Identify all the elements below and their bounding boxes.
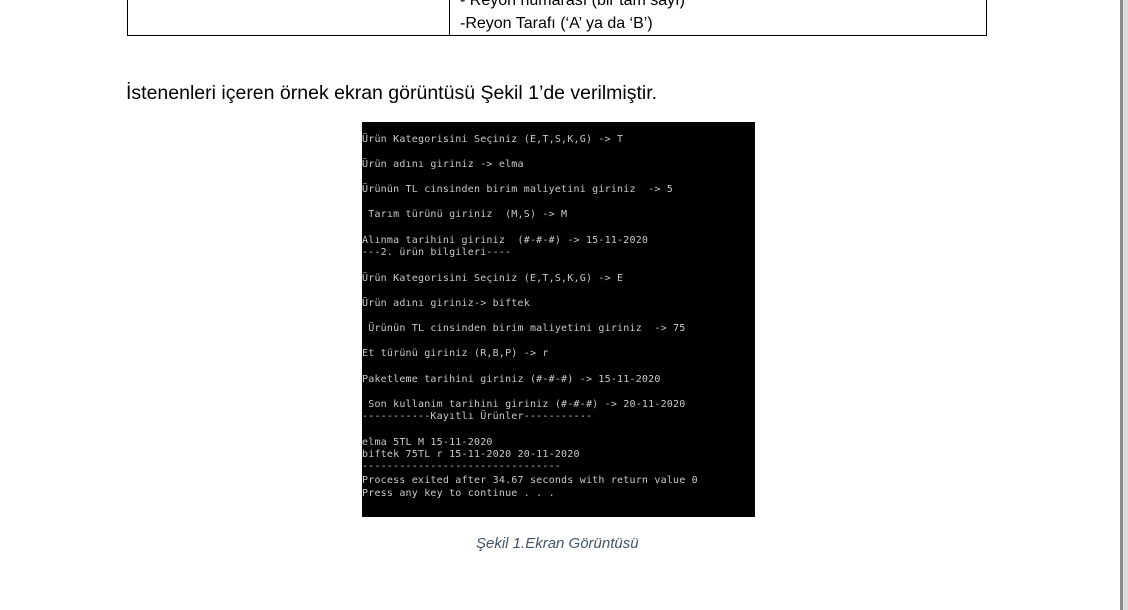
console-line: -----------Kayıtlı Ürünler----------- xyxy=(362,411,593,422)
table-column-divider xyxy=(449,0,450,35)
console-line: Process exited after 34.67 seconds with … xyxy=(362,475,698,486)
console-line: ---2. ürün bilgileri---- xyxy=(362,247,512,258)
console-line: Ürün Kategorisini Seçiniz (E,T,S,K,G) ->… xyxy=(362,134,624,145)
console-screenshot: Ürün Kategorisini Seçiniz (E,T,S,K,G) ->… xyxy=(362,122,755,517)
body-paragraph: İstenenleri içeren örnek ekran görüntüsü… xyxy=(126,82,658,104)
console-line: biftek 75TL r 15-11-2020 20-11-2020 xyxy=(362,449,580,460)
window-scroll-edge[interactable] xyxy=(1120,0,1128,610)
console-line: -------------------------------- xyxy=(362,461,562,472)
requirements-table: - Reyon numarası (bir tam sayı) -Reyon T… xyxy=(127,0,987,36)
table-cell-line: -Reyon Tarafı (‘A’ ya da ‘B’) xyxy=(460,15,653,32)
console-line: Tarım türünü giriniz (M,S) -> M xyxy=(362,209,568,220)
console-line: Ürün adını giriniz-> biftek xyxy=(362,298,530,309)
console-line: Ürün Kategorisini Seçiniz (E,T,S,K,G) ->… xyxy=(362,273,624,284)
console-line: elma 5TL M 15-11-2020 xyxy=(362,437,493,448)
console-line: Et türünü giriniz (R,B,P) -> r xyxy=(362,348,549,359)
console-line: Ürünün TL cinsinden birim maliyetini gir… xyxy=(362,323,686,334)
console-line: Press any key to continue . . . xyxy=(362,488,555,499)
console-line: Ürünün TL cinsinden birim maliyetini gir… xyxy=(362,184,674,195)
console-line: Ürün adını giriniz -> elma xyxy=(362,159,524,170)
table-cell-line: - Reyon numarası (bir tam sayı) xyxy=(460,0,685,9)
console-line: Son kullanim tarihini giriniz (#-#-#) ->… xyxy=(362,399,686,410)
console-line: Paketleme tarihini giriniz (#-#-#) -> 15… xyxy=(362,374,661,385)
console-line: Alınma tarihini giriniz (#-#-#) -> 15-11… xyxy=(362,235,649,246)
figure-caption: Şekil 1.Ekran Görüntüsü xyxy=(476,535,639,552)
